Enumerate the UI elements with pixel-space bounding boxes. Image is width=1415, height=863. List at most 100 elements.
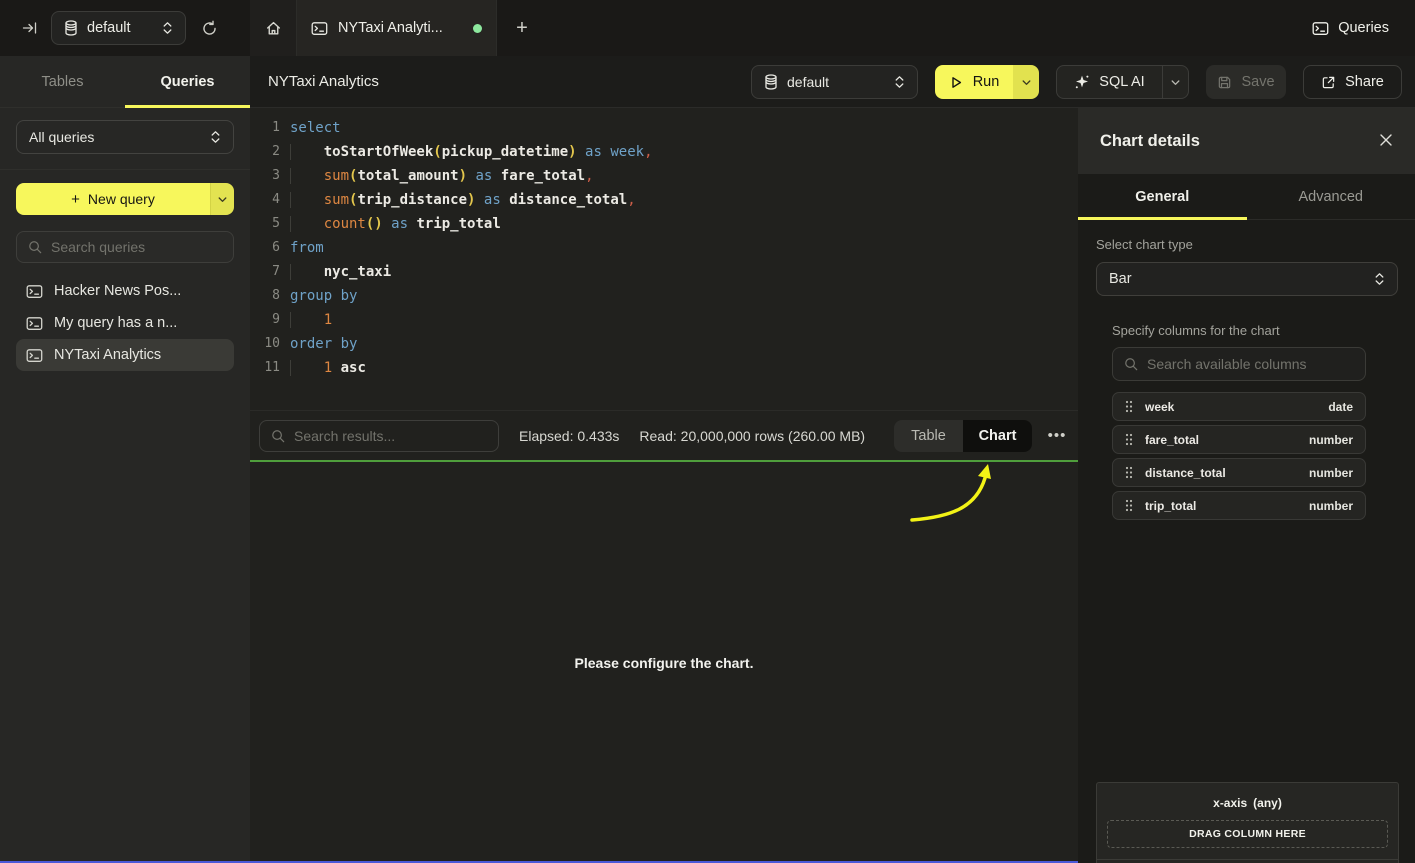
sidebar-tab-tables[interactable]: Tables	[0, 56, 125, 107]
sidebar-tab-queries[interactable]: Queries	[125, 56, 250, 107]
query-item-label: Hacker News Pos...	[54, 283, 181, 299]
sql-ai-split-button: SQL AI	[1056, 65, 1189, 99]
topbar-database-selector[interactable]: default	[51, 11, 186, 45]
play-icon	[949, 75, 964, 90]
chart-canvas: Please configure the chart.	[250, 462, 1078, 863]
search-icon	[28, 240, 42, 254]
line-number: 11	[250, 356, 280, 380]
chart-type-selector[interactable]: Bar	[1096, 262, 1398, 296]
column-type: date	[1328, 400, 1353, 414]
topbar-queries-button[interactable]: Queries	[1312, 14, 1389, 42]
available-columns-list: weekdate fare_total number distance_totalnu…	[1112, 392, 1366, 520]
column-row[interactable]: weekdate	[1112, 392, 1366, 421]
rows-read: Read: 20,000,000 rows (260.00 MB)	[639, 428, 865, 444]
new-tab-button[interactable]: +	[497, 0, 547, 56]
drag-handle-icon[interactable]	[1125, 499, 1133, 512]
chevron-updown-icon	[894, 75, 905, 89]
chart-details-tabs: General Advanced	[1078, 174, 1415, 220]
share-button[interactable]: Share	[1303, 65, 1402, 99]
chart-details-title: Chart details	[1100, 132, 1200, 151]
code-line[interactable]: 4 sum(trip_distance) as distance_total,	[250, 188, 1078, 212]
sql-ai-button[interactable]: SQL AI	[1057, 66, 1162, 98]
code-line[interactable]: 5 count() as trip_total	[250, 212, 1078, 236]
code-text: select	[290, 116, 341, 140]
drag-handle-icon[interactable]	[1125, 433, 1133, 446]
view-toggle: Table Chart	[894, 420, 1032, 452]
sidebar-divider	[0, 169, 250, 170]
query-tab-nytaxi[interactable]: NYTaxi Analyti...	[297, 0, 497, 56]
query-search-input[interactable]	[51, 239, 222, 255]
collapse-sidebar-icon	[22, 20, 38, 36]
sql-ai-options-button[interactable]	[1162, 66, 1188, 98]
close-panel-button[interactable]	[1379, 133, 1393, 150]
column-row[interactable]: distance_totalnumber	[1112, 458, 1366, 487]
code-text: order by	[290, 332, 357, 356]
results-more-button[interactable]: •••	[1044, 427, 1070, 444]
drag-handle-icon[interactable]	[1125, 400, 1133, 413]
query-search	[16, 231, 234, 263]
code-line[interactable]: 6from	[250, 236, 1078, 260]
code-line[interactable]: 8group by	[250, 284, 1078, 308]
code-line[interactable]: 11 1 asc	[250, 356, 1078, 380]
query-filter-selector[interactable]: All queries	[16, 120, 234, 154]
column-row[interactable]: fare_total number	[1112, 425, 1366, 454]
database-icon	[64, 20, 78, 36]
run-button[interactable]: Run	[935, 65, 1013, 99]
columns-search-input[interactable]	[1147, 356, 1354, 372]
terminal-icon	[26, 284, 43, 299]
save-button[interactable]: Save	[1206, 65, 1286, 99]
code-line[interactable]: 2 toStartOfWeek(pickup_datetime) as week…	[250, 140, 1078, 164]
code-line[interactable]: 10 order by	[250, 332, 1078, 356]
close-icon	[1379, 133, 1393, 147]
drag-handle-icon[interactable]	[1125, 466, 1133, 479]
column-row[interactable]: trip_totalnumber	[1112, 491, 1366, 520]
topbar: default NYTaxi Analyti... + Queries	[0, 0, 1415, 56]
columns-search	[1112, 347, 1366, 381]
run-split-button: Run	[935, 65, 1039, 99]
code-text: toStartOfWeek(pickup_datetime) as week,	[290, 140, 653, 164]
column-type: number	[1309, 433, 1353, 447]
column-name: trip_total	[1145, 499, 1196, 513]
new-query-button[interactable]: + New query	[16, 183, 210, 215]
x-axis-dropzone[interactable]: DRAG COLUMN HERE	[1107, 820, 1388, 848]
chart-details-body: Select chart type Bar Specify columns fo…	[1078, 220, 1415, 863]
code-line[interactable]: 9 1	[250, 308, 1078, 332]
tab-general[interactable]: General	[1078, 174, 1247, 219]
code-text: sum(total_amount) as fare_total,	[290, 164, 594, 188]
home-tab[interactable]	[250, 0, 297, 56]
view-toggle-table[interactable]: Table	[894, 420, 963, 452]
refresh-button[interactable]	[195, 14, 223, 42]
terminal-icon	[311, 21, 328, 36]
results-search-input[interactable]	[294, 428, 487, 444]
code-line[interactable]: 1 select	[250, 116, 1078, 140]
line-number: 7	[250, 260, 280, 284]
new-query-menu-button[interactable]	[210, 183, 234, 215]
query-list-item[interactable]: Hacker News Pos...	[16, 275, 234, 307]
share-label: Share	[1345, 74, 1384, 90]
x-axis-type: (any)	[1253, 796, 1282, 810]
editor-header: NYTaxi Analytics default Run SQL AI	[250, 56, 1415, 108]
query-list-item[interactable]: My query has a n...	[16, 307, 234, 339]
collapse-sidebar-button[interactable]	[16, 14, 44, 42]
refresh-icon	[201, 20, 218, 37]
code-line[interactable]: 3 sum(total_amount) as fare_total,	[250, 164, 1078, 188]
plus-icon: +	[71, 191, 80, 208]
query-list-item[interactable]: NYTaxi Analytics	[16, 339, 234, 371]
run-options-button[interactable]	[1013, 65, 1039, 99]
code-line[interactable]: 7 nyc_taxi	[250, 260, 1078, 284]
chart-type-value: Bar	[1109, 271, 1365, 287]
results-search	[259, 420, 499, 452]
chart-type-label: Select chart type	[1096, 237, 1398, 252]
line-number: 1	[250, 116, 280, 140]
column-name: fare_total	[1145, 433, 1199, 447]
columns-section: Specify columns for the chart weekdatefa…	[1112, 323, 1366, 520]
line-number: 4	[250, 188, 280, 212]
line-number: 10	[250, 332, 280, 356]
view-toggle-chart[interactable]: Chart	[963, 420, 1032, 452]
header-database-selector[interactable]: default	[751, 65, 918, 99]
sql-ai-label: SQL AI	[1099, 74, 1144, 90]
code-text: sum(trip_distance) as distance_total,	[290, 188, 636, 212]
elapsed-time: Elapsed: 0.433s	[519, 428, 619, 444]
sql-editor[interactable]: 1 select2 toStartOfWeek(pickup_datetime) …	[250, 108, 1078, 410]
tab-advanced[interactable]: Advanced	[1247, 174, 1415, 219]
